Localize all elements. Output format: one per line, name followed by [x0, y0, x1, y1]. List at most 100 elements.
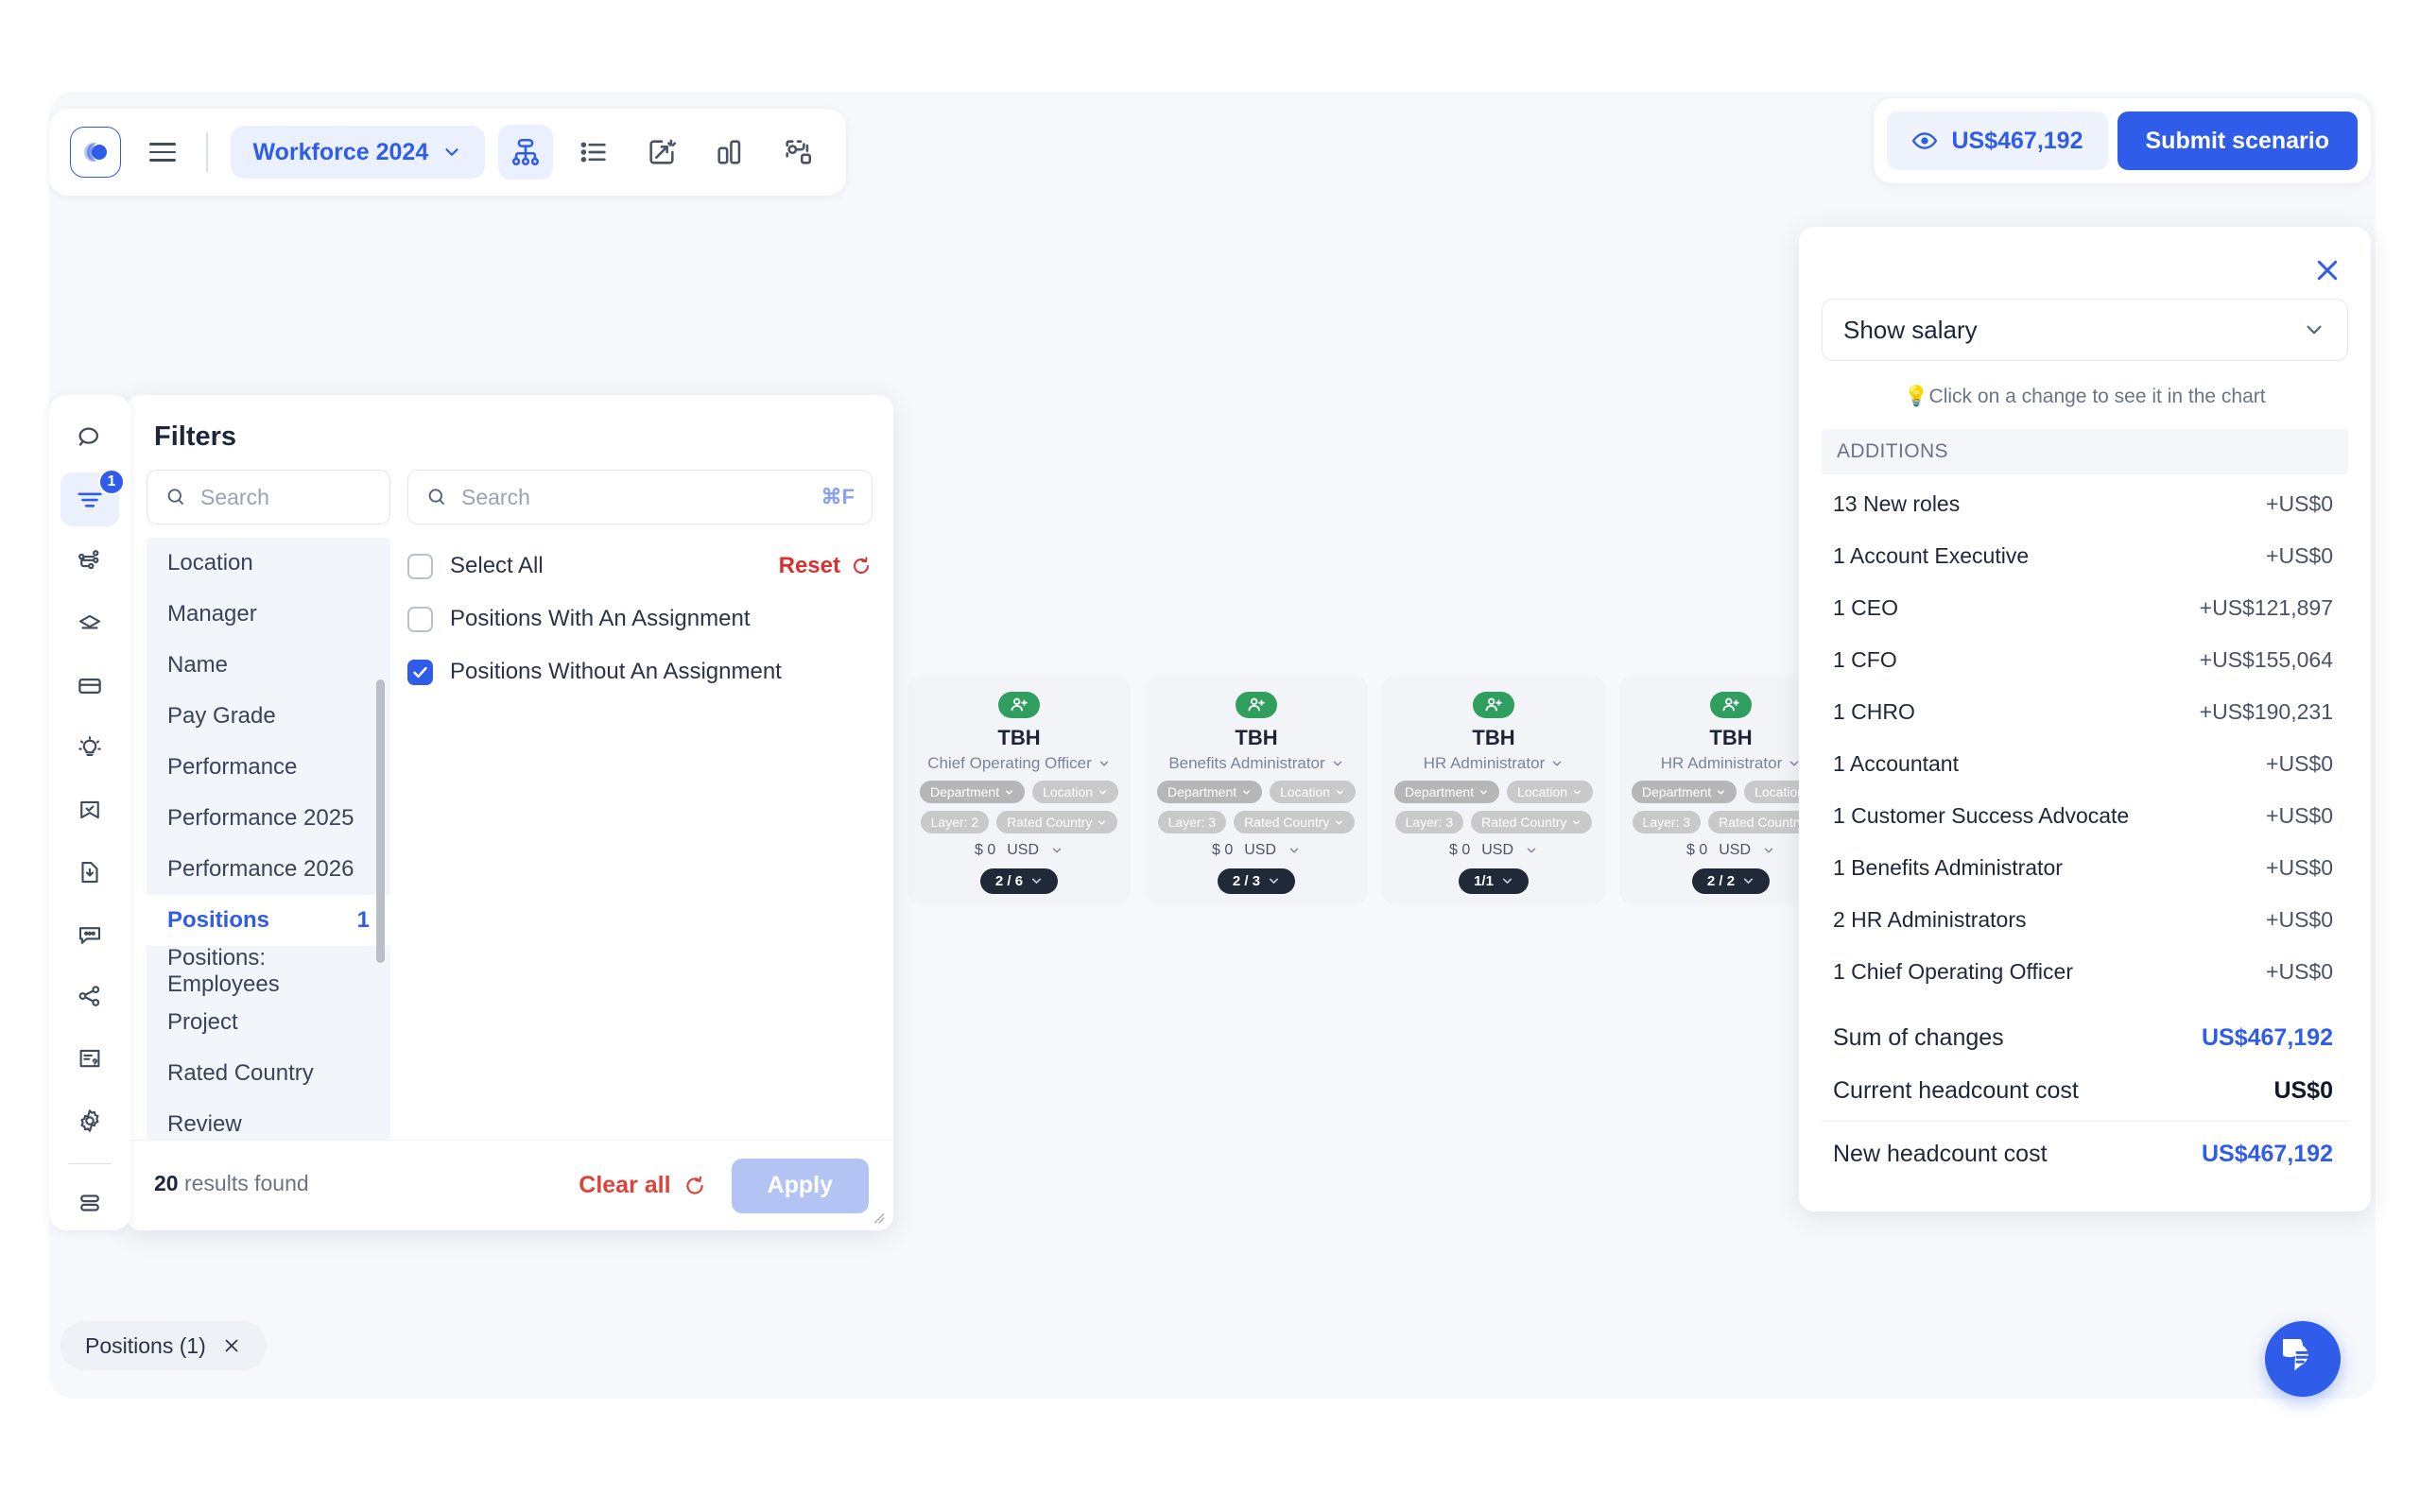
- checkbox-unchecked-icon[interactable]: [407, 553, 433, 579]
- tag-label: Department: [929, 784, 1000, 799]
- org-chart-icon[interactable]: [498, 125, 554, 180]
- card-department-tag[interactable]: Department: [919, 781, 1026, 803]
- sidebar-item-settings[interactable]: [60, 1093, 119, 1148]
- filter-category-performance[interactable]: Performance: [147, 742, 390, 793]
- card-role[interactable]: HR Administrator: [1661, 754, 1801, 773]
- sidebar-item-bookmarks[interactable]: [60, 782, 119, 837]
- network-nodes-icon[interactable]: [770, 125, 825, 180]
- filter-category-project[interactable]: Project: [147, 997, 390, 1048]
- chevron-down-icon: [1098, 757, 1111, 770]
- category-label: Performance 2025: [167, 805, 354, 831]
- sidebar-item-insights[interactable]: [60, 721, 119, 776]
- card-salary-row[interactable]: $ 0 USD: [1449, 842, 1538, 859]
- card-department-tag[interactable]: Department: [1156, 781, 1263, 803]
- change-row[interactable]: 1 CEO +US$121,897: [1822, 582, 2348, 634]
- main-toolbar: Workforce 2024: [49, 109, 847, 196]
- sidebar-item-filters[interactable]: 1: [60, 468, 125, 527]
- chat-bubble-icon[interactable]: [2265, 1321, 2341, 1397]
- filter-category-positions-employees[interactable]: Positions: Employees: [147, 945, 390, 997]
- change-label: 1 Accountant: [1833, 751, 1959, 776]
- sidebar-item-share[interactable]: [60, 970, 119, 1024]
- filter-category-location[interactable]: Location: [147, 538, 390, 589]
- option-search-box[interactable]: Search ⌘F: [407, 470, 873, 524]
- chevron-down-icon: [1762, 844, 1775, 857]
- scenario-selector[interactable]: Workforce 2024: [230, 126, 486, 179]
- filter-option-select-all[interactable]: Select All Reset: [407, 540, 873, 593]
- sidebar-item-help[interactable]: [60, 1031, 119, 1086]
- filter-category-pay-grade[interactable]: Pay Grade: [147, 691, 390, 742]
- card-location-tag[interactable]: Location: [1032, 781, 1119, 803]
- filter-category-rated-country[interactable]: Rated Country: [147, 1048, 390, 1099]
- filter-category-performance-2025[interactable]: Performance 2025: [147, 793, 390, 844]
- org-card[interactable]: TBH Benefits Administrator Department Lo…: [1145, 675, 1368, 905]
- sidebar-item-hierarchy[interactable]: [60, 534, 119, 589]
- sidebar-item-export[interactable]: [60, 845, 119, 900]
- change-row[interactable]: 1 CFO +US$155,064: [1822, 634, 2348, 686]
- company-logo-icon[interactable]: [70, 127, 121, 178]
- chevron-down-icon: [1288, 844, 1301, 857]
- change-amount: +US$0: [2266, 491, 2333, 516]
- card-role[interactable]: HR Administrator: [1424, 754, 1564, 773]
- change-row[interactable]: 1 Customer Success Advocate +US$0: [1822, 790, 2348, 842]
- category-label: Manager: [167, 601, 257, 627]
- card-salary-row[interactable]: $ 0 USD: [975, 842, 1063, 859]
- card-reports-count[interactable]: 2 / 6: [979, 868, 1059, 894]
- card-salary-row[interactable]: $ 0 USD: [1686, 842, 1775, 859]
- card-reports-count[interactable]: 2 / 2: [1691, 868, 1771, 894]
- card-layer-tag: Layer: 2: [920, 811, 990, 833]
- scenario-cost-pill[interactable]: US$467,192: [1887, 112, 2108, 170]
- card-reports-count[interactable]: 1/1: [1459, 868, 1529, 894]
- filter-category-performance-2026[interactable]: Performance 2026: [147, 844, 390, 895]
- category-search-box[interactable]: Search: [147, 470, 390, 524]
- hamburger-menu-icon[interactable]: [142, 131, 183, 173]
- filter-option-without-assignment[interactable]: Positions Without An Assignment: [407, 645, 873, 698]
- apply-filters-button[interactable]: Apply: [731, 1158, 869, 1213]
- sidebar-item-search[interactable]: [60, 410, 119, 465]
- submit-scenario-button[interactable]: Submit scenario: [2117, 112, 2358, 170]
- card-location-tag[interactable]: Location: [1507, 781, 1594, 803]
- sidebar-item-stack[interactable]: [60, 1176, 119, 1230]
- sidebar-item-cards[interactable]: [60, 659, 119, 713]
- filter-option-with-assignment[interactable]: Positions With An Assignment: [407, 593, 873, 645]
- sidebar-item-layers[interactable]: [60, 596, 119, 651]
- change-row[interactable]: 13 New roles +US$0: [1822, 478, 2348, 530]
- card-role[interactable]: Chief Operating Officer: [927, 754, 1111, 773]
- card-salary-row[interactable]: $ 0 USD: [1212, 842, 1301, 859]
- salary-display-select[interactable]: Show salary: [1822, 299, 2348, 361]
- org-card[interactable]: TBH HR Administrator Department Location…: [1382, 675, 1605, 905]
- change-row[interactable]: 1 Chief Operating Officer +US$0: [1822, 946, 2348, 998]
- filter-category-review[interactable]: Review: [147, 1099, 390, 1140]
- active-filter-chip[interactable]: Positions (1): [60, 1321, 267, 1370]
- card-rated-country-tag[interactable]: Rated Country: [1471, 811, 1593, 833]
- filter-category-name[interactable]: Name: [147, 640, 390, 691]
- change-label: 1 Customer Success Advocate: [1833, 803, 2130, 828]
- card-location-tag[interactable]: Location: [1270, 781, 1357, 803]
- panel-resize-handle[interactable]: [869, 1208, 886, 1225]
- card-role[interactable]: Benefits Administrator: [1168, 754, 1343, 773]
- magic-wand-icon[interactable]: [634, 125, 689, 180]
- checkbox-unchecked-icon[interactable]: [407, 606, 433, 632]
- category-list-scrollbar[interactable]: [376, 679, 385, 963]
- change-row[interactable]: 1 CHRO +US$190,231: [1822, 686, 2348, 738]
- change-label: 1 CHRO: [1833, 699, 1915, 724]
- close-icon[interactable]: [221, 1335, 242, 1356]
- org-card[interactable]: TBH Chief Operating Officer Department L…: [908, 675, 1131, 905]
- bar-chart-icon[interactable]: [702, 125, 757, 180]
- filter-category-manager[interactable]: Manager: [147, 589, 390, 640]
- change-row[interactable]: 1 Benefits Administrator +US$0: [1822, 842, 2348, 894]
- filter-category-positions[interactable]: Positions 1: [147, 895, 390, 946]
- checkbox-checked-icon[interactable]: [407, 659, 433, 685]
- card-department-tag[interactable]: Department: [1631, 781, 1737, 803]
- change-row[interactable]: 1 Account Executive +US$0: [1822, 530, 2348, 582]
- card-reports-count[interactable]: 2 / 3: [1217, 868, 1296, 894]
- card-rated-country-tag[interactable]: Rated Country: [996, 811, 1118, 833]
- change-row[interactable]: 2 HR Administrators +US$0: [1822, 894, 2348, 946]
- card-department-tag[interactable]: Department: [1393, 781, 1500, 803]
- reset-filters-button[interactable]: Reset: [779, 553, 873, 579]
- sidebar-item-comments[interactable]: [60, 907, 119, 962]
- card-rated-country-tag[interactable]: Rated Country: [1234, 811, 1356, 833]
- clear-all-button[interactable]: Clear all: [579, 1172, 706, 1199]
- change-row[interactable]: 1 Accountant +US$0: [1822, 738, 2348, 790]
- list-icon[interactable]: [566, 125, 621, 180]
- close-icon[interactable]: [2307, 248, 2348, 293]
